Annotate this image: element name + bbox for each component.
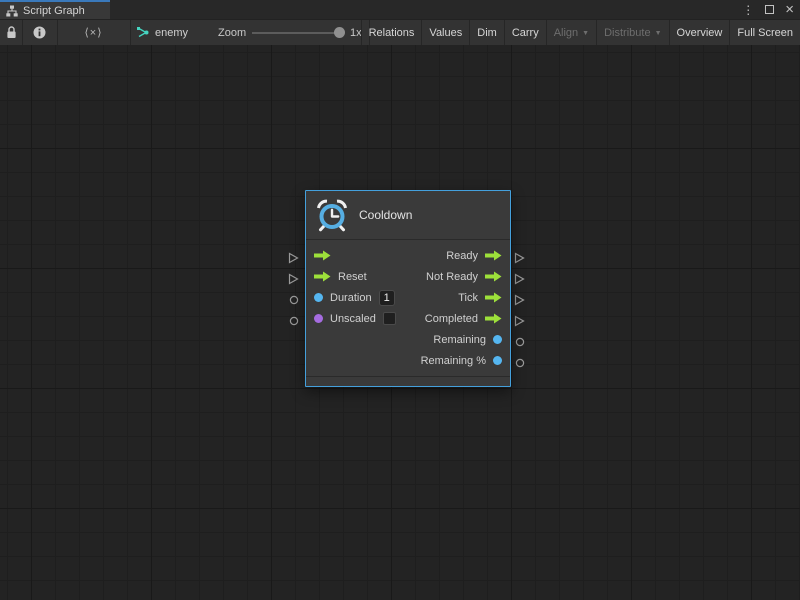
info-icon <box>33 26 46 39</box>
ext-value-input-port[interactable] <box>289 316 299 326</box>
port-row: Unscaled Completed <box>306 308 510 329</box>
flow-output-port-tick[interactable]: Tick <box>458 292 502 304</box>
flow-arrow-icon <box>485 250 502 261</box>
ext-value-input-port[interactable] <box>289 295 299 305</box>
toolbar-separator <box>130 20 131 45</box>
flow-input-port[interactable] <box>314 250 331 261</box>
graph-toolbar: ⟨×⟩ enemy Zoom 1x Relations Values Dim <box>0 19 800 45</box>
node-title: Cooldown <box>359 208 412 222</box>
value-output-port-remaining-pct[interactable]: Remaining % <box>421 355 502 367</box>
dim-button[interactable]: Dim <box>469 20 504 45</box>
ext-value-output-port[interactable] <box>515 337 525 347</box>
value-input-port-unscaled[interactable]: Unscaled <box>314 312 396 325</box>
port-row: Reset Not Ready <box>306 266 510 287</box>
ext-value-output-port[interactable] <box>515 358 525 368</box>
lock-icon <box>6 26 17 39</box>
flow-output-port-not-ready[interactable]: Not Ready <box>426 271 502 283</box>
close-icon[interactable]: × <box>785 2 794 17</box>
distribute-dropdown[interactable]: Distribute ▼ <box>596 20 668 45</box>
ext-flow-output-port[interactable] <box>514 273 525 285</box>
code-brackets-icon: ⟨×⟩ <box>84 26 102 39</box>
chevron-down-icon: ▼ <box>582 30 589 37</box>
node-ports: Ready Reset Not Ready <box>306 240 510 371</box>
alarm-clock-icon <box>315 198 349 232</box>
port-row: Remaining % <box>306 350 510 371</box>
script-graph-window: Script Graph ⋮ × ⟨×⟩ <box>0 0 800 600</box>
ext-flow-input-port[interactable] <box>288 273 299 285</box>
lock-button[interactable] <box>0 20 22 45</box>
info-button[interactable] <box>22 20 57 45</box>
flow-arrow-icon <box>314 271 331 282</box>
number-port-icon <box>493 335 502 344</box>
graph-hierarchy-icon <box>6 5 18 17</box>
ext-flow-input-port[interactable] <box>288 252 299 264</box>
ext-flow-output-port[interactable] <box>514 252 525 264</box>
graph-breadcrumb-icon <box>136 26 150 39</box>
unscaled-checkbox[interactable] <box>383 312 396 325</box>
values-button[interactable]: Values <box>421 20 469 45</box>
breadcrumb-label: enemy <box>155 27 188 39</box>
toolbar-buttons: Relations Values Dim Carry Align ▼ Distr… <box>361 20 800 45</box>
port-row: Ready <box>306 245 510 266</box>
flow-arrow-icon <box>485 271 502 282</box>
ext-flow-output-port[interactable] <box>514 294 525 306</box>
value-output-port-remaining[interactable]: Remaining <box>433 334 502 346</box>
zoom-slider-track[interactable] <box>252 32 340 34</box>
chevron-down-icon: ▼ <box>655 30 662 37</box>
tab-script-graph[interactable]: Script Graph <box>0 0 110 19</box>
node-header[interactable]: Cooldown <box>306 191 510 240</box>
port-row: Remaining <box>306 329 510 350</box>
graph-canvas[interactable]: Cooldown Ready <box>0 45 800 600</box>
align-dropdown[interactable]: Align ▼ <box>546 20 596 45</box>
port-row: Duration 1 Tick <box>306 287 510 308</box>
flow-input-port-reset[interactable]: Reset <box>314 271 367 283</box>
window-menu-icon[interactable]: ⋮ <box>742 4 754 16</box>
flow-arrow-icon <box>485 313 502 324</box>
number-port-icon <box>314 293 323 302</box>
tab-label: Script Graph <box>23 5 85 17</box>
full-screen-button[interactable]: Full Screen <box>729 20 800 45</box>
tab-bar: Script Graph ⋮ × <box>0 0 800 19</box>
cooldown-node[interactable]: Cooldown Ready <box>305 190 511 387</box>
ext-flow-output-port[interactable] <box>514 315 525 327</box>
overview-button[interactable]: Overview <box>669 20 730 45</box>
breadcrumb[interactable]: enemy <box>136 20 188 45</box>
flow-output-port-ready[interactable]: Ready <box>446 250 502 262</box>
value-input-port-duration[interactable]: Duration 1 <box>314 290 395 306</box>
maximize-icon[interactable] <box>765 5 774 14</box>
number-port-icon <box>493 356 502 365</box>
boolean-port-icon <box>314 314 323 323</box>
zoom-label: Zoom <box>218 20 246 45</box>
flow-output-port-completed[interactable]: Completed <box>425 313 502 325</box>
zoom-slider-handle[interactable] <box>334 27 345 38</box>
node-footer <box>306 376 510 386</box>
flow-arrow-icon <box>485 292 502 303</box>
carry-button[interactable]: Carry <box>504 20 546 45</box>
relations-button[interactable]: Relations <box>361 20 422 45</box>
duration-value-field[interactable]: 1 <box>379 290 395 306</box>
window-controls: ⋮ × <box>742 0 794 19</box>
variables-button[interactable]: ⟨×⟩ <box>57 20 130 45</box>
flow-arrow-icon <box>314 250 331 261</box>
